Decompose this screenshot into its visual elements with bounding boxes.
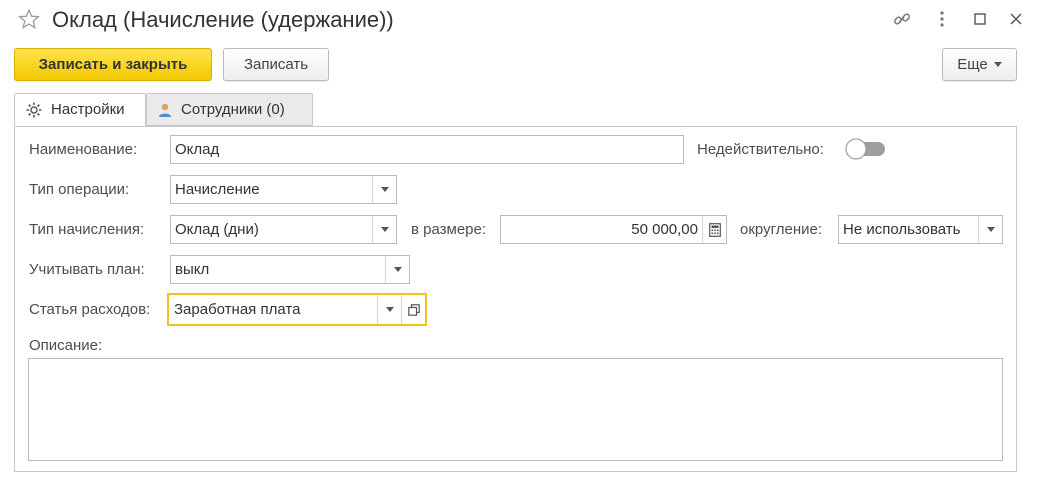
amount-label: в размере:	[411, 221, 487, 238]
name-field[interactable]: Оклад	[170, 135, 684, 164]
plan-select[interactable]: выкл	[170, 255, 410, 284]
dropdown-arrow-icon[interactable]	[377, 295, 401, 324]
gear-icon	[26, 102, 42, 117]
operation-label: Тип операции:	[29, 181, 130, 198]
tab-employees[interactable]: Сотрудники (0)	[146, 93, 313, 126]
rounding-select[interactable]: Не использовать	[838, 215, 1003, 244]
description-label: Описание:	[29, 337, 103, 354]
operation-select[interactable]: Начисление	[170, 175, 397, 204]
save-button[interactable]: Записать	[223, 48, 329, 81]
calculator-icon[interactable]	[702, 216, 726, 243]
accrual-type-value: Оклад (дни)	[175, 221, 259, 238]
operation-value: Начисление	[175, 181, 260, 198]
amount-field[interactable]: 50 000,00	[500, 215, 727, 244]
invalid-toggle[interactable]	[845, 138, 887, 160]
more-actions-button[interactable]: Еще	[942, 48, 1017, 81]
expense-select[interactable]: Заработная плата	[167, 293, 427, 326]
user-icon	[159, 103, 171, 117]
tab-employees-label: Сотрудники (0)	[181, 101, 285, 118]
amount-value: 50 000,00	[631, 221, 698, 238]
window-title: Оклад (Начисление (удержание))	[52, 7, 394, 32]
save-and-close-button[interactable]: Записать и закрыть	[14, 48, 212, 81]
expense-label: Статья расходов:	[29, 301, 151, 318]
tab-settings[interactable]: Настройки	[14, 93, 146, 126]
accrual-type-label: Тип начисления:	[29, 221, 145, 238]
description-textarea[interactable]	[28, 358, 1003, 461]
tab-settings-label: Настройки	[51, 101, 125, 118]
maximize-icon[interactable]	[970, 9, 990, 29]
expense-value: Заработная плата	[174, 301, 301, 318]
more-vertical-icon[interactable]	[932, 9, 952, 29]
dropdown-arrow-icon[interactable]	[978, 216, 1002, 243]
plan-value: выкл	[175, 261, 210, 278]
invalid-label: Недействительно:	[697, 141, 824, 158]
plan-label: Учитывать план:	[29, 261, 145, 278]
favorite-star-icon[interactable]	[18, 8, 40, 30]
link-icon[interactable]	[892, 9, 912, 29]
dropdown-arrow-icon[interactable]	[385, 256, 409, 283]
chevron-down-icon	[993, 62, 1002, 67]
rounding-value: Не использовать	[843, 221, 961, 238]
dropdown-arrow-icon[interactable]	[372, 176, 396, 203]
more-actions-label: Еще	[957, 56, 988, 73]
accrual-type-select[interactable]: Оклад (дни)	[170, 215, 397, 244]
name-value: Оклад	[175, 141, 220, 158]
close-icon[interactable]	[1006, 9, 1026, 29]
rounding-label: округление:	[740, 221, 822, 238]
dropdown-arrow-icon[interactable]	[372, 216, 396, 243]
name-label: Наименование:	[29, 141, 138, 158]
open-item-icon[interactable]	[401, 295, 425, 324]
